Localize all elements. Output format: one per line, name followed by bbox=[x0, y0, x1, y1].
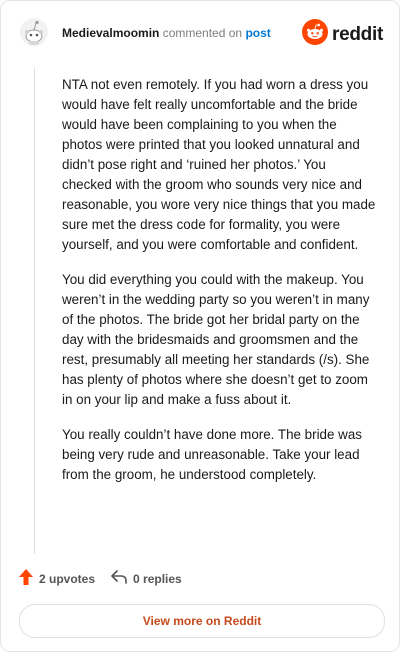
comment-embed-card: Medievalmoomin commented on post reddit bbox=[0, 0, 400, 652]
comment-footer: 2 upvotes 0 replies bbox=[19, 568, 182, 590]
comment-paragraph: You really couldn’t have done more. The … bbox=[62, 427, 362, 482]
reply-count: 0 replies bbox=[133, 572, 182, 586]
reply-arrow-icon bbox=[111, 569, 127, 589]
comment-paragraph: NTA not even remotely. If you had worn a… bbox=[62, 77, 376, 252]
comment-body: NTA not even remotely. If you had worn a… bbox=[62, 75, 376, 500]
username-link[interactable]: Medievalmoomin bbox=[62, 26, 159, 40]
commented-on-text: commented on bbox=[162, 26, 243, 40]
comment-meta: Medievalmoomin commented on post bbox=[62, 26, 271, 40]
post-link[interactable]: post bbox=[245, 26, 270, 40]
thread-line bbox=[34, 67, 35, 554]
reddit-logo[interactable]: reddit bbox=[302, 19, 383, 50]
reddit-wordmark: reddit bbox=[332, 23, 383, 45]
reply-button[interactable]: 0 replies bbox=[111, 569, 182, 589]
view-more-on-reddit-button[interactable]: View more on Reddit bbox=[19, 604, 385, 638]
upvote-button[interactable]: 2 upvotes bbox=[19, 568, 96, 590]
comment-header: Medievalmoomin commented on post reddit bbox=[19, 17, 383, 51]
comment-paragraph: You did everything you could with the ma… bbox=[62, 272, 370, 407]
upvote-arrow-icon bbox=[19, 568, 33, 590]
reddit-logo-icon bbox=[302, 19, 329, 50]
upvote-count: 2 upvotes bbox=[39, 572, 96, 586]
snoo-avatar-icon[interactable] bbox=[19, 17, 49, 47]
